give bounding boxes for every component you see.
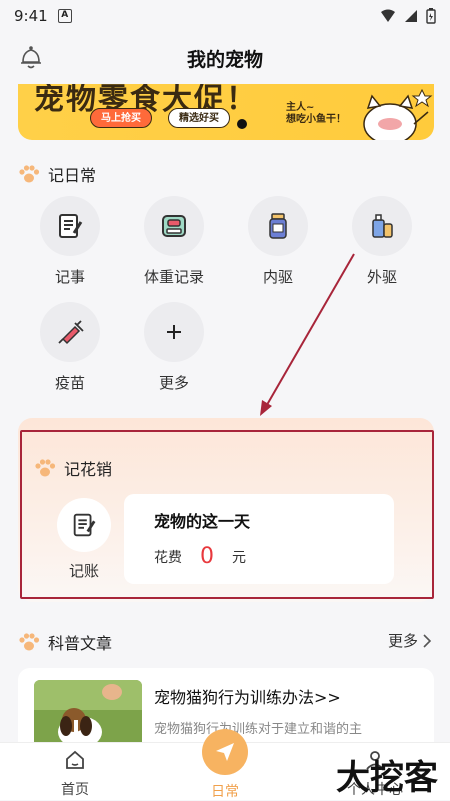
status-icons (380, 8, 436, 24)
tab-home-label: 首页 (61, 782, 89, 798)
signal-icon (381, 9, 395, 22)
home-icon (66, 750, 84, 769)
articles-title-label: 科普文章 (48, 634, 113, 653)
status-bar: 9:41 A (0, 0, 450, 32)
watermark: 大挖客 (336, 758, 438, 798)
paw-icon (19, 633, 40, 651)
spray-bottle-icon (372, 214, 393, 238)
weight-icon-circle (144, 196, 204, 256)
notes-icon (59, 214, 83, 238)
cat-illustration-icon (363, 88, 433, 140)
top-header: 我的宠物 (0, 32, 450, 84)
notification-a-icon: A (57, 9, 72, 23)
tab-home[interactable]: 首页 (25, 749, 125, 799)
internal-deworm-icon-circle (248, 196, 308, 256)
tab-daily-label: 日常 (211, 784, 239, 800)
banner-speech: 主人~ 想吃小鱼干！ (286, 102, 346, 125)
daily-item-label: 疫苗 (54, 374, 85, 392)
plus-icon (167, 325, 181, 339)
daily-item-label: 记事 (54, 268, 85, 286)
daily-section-title: 记日常 (18, 162, 96, 186)
chevron-right-icon (423, 633, 432, 648)
cellular-icon (405, 10, 417, 22)
paw-icon (19, 165, 40, 183)
annotation-frame (20, 430, 434, 599)
send-icon (216, 743, 234, 761)
banner-buy-button[interactable]: 马上抢买 (90, 108, 152, 128)
syringe-icon (58, 320, 84, 345)
daily-item-weight[interactable]: 体重记录 (134, 196, 214, 287)
pet-bell-icon[interactable] (18, 44, 44, 70)
articles-more-label: 更多 (387, 632, 418, 650)
article-title: 宠物猫狗行为训练办法>> (154, 688, 341, 707)
daily-item-notes[interactable]: 记事 (30, 196, 110, 287)
more-icon-circle (144, 302, 204, 362)
daily-item-more[interactable]: 更多 (134, 302, 214, 393)
banner-page-dot (237, 119, 247, 129)
daily-item-label: 体重记录 (143, 268, 204, 286)
daily-title-label: 记日常 (48, 166, 97, 185)
scale-icon (162, 215, 186, 237)
tab-daily[interactable] (202, 729, 248, 775)
articles-more-link[interactable]: 更多 (388, 630, 432, 651)
daily-item-label: 更多 (158, 374, 189, 392)
articles-section-title: 科普文章 (18, 630, 112, 654)
promo-banner[interactable]: 宠物零食大促！ 马上抢买 精选好买 主人~ 想吃小鱼干！ (18, 84, 434, 140)
banner-fine-button[interactable]: 精选好买 (168, 108, 230, 128)
external-deworm-icon-circle (352, 196, 412, 256)
annotation-arrow (260, 253, 355, 416)
daily-item-vaccine[interactable]: 疫苗 (30, 302, 110, 393)
article-description: 宠物猫狗行为训练对于建立和谐的主 (154, 722, 363, 737)
pill-bottle-icon (269, 213, 287, 239)
battery-icon (426, 8, 436, 24)
page-title: 我的宠物 (186, 48, 263, 71)
status-time: 9:41 (14, 7, 48, 25)
notes-icon-circle (40, 196, 100, 256)
vaccine-icon-circle (40, 302, 100, 362)
